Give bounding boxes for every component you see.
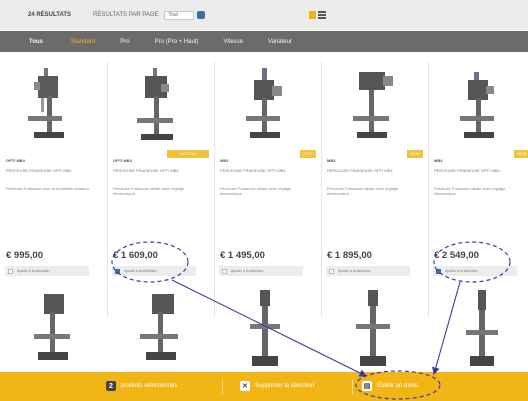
nav-all[interactable]: Tous [29, 39, 43, 45]
tab-variateur[interactable]: Variateur [268, 39, 292, 45]
per-page-go-button[interactable] [197, 11, 206, 19]
product-card[interactable]: ACTION OPTI MB4 PERCEUSE FRAISEUSE OPTI … [109, 62, 209, 292]
column-divider [428, 62, 429, 317]
milling-drill-image[interactable] [222, 290, 312, 372]
product-description: Perceuse Fraiseuse idéale avec réglage é… [434, 186, 506, 196]
selected-products-label: produits sélectionnés [121, 383, 178, 389]
product-price: € 1 495,00 [220, 250, 265, 261]
selection-bar: 2 produits sélectionnés ✕ Supprimer la s… [0, 372, 528, 401]
add-to-selection-button[interactable]: Ajouter à la sélection [112, 266, 196, 276]
product-description: Perceuse Fraiseuse idéale avec réglage é… [327, 186, 399, 196]
selection-checkbox[interactable] [222, 268, 227, 274]
product-name: OPTI MB4 [6, 158, 25, 163]
product-badge: ACTION [167, 150, 209, 158]
selected-count-badge: 2 [106, 381, 116, 391]
request-quote-label: Établir un devis [377, 383, 419, 389]
grid-view-icon[interactable] [309, 11, 316, 19]
product-price: € 2 549,00 [434, 250, 479, 261]
milling-drill-image[interactable] [222, 66, 308, 144]
product-code: PERCEUSE FRAISEUSE OPTI MB4 [327, 168, 393, 173]
product-code: PERCEUSE FRAISEUSE OPTI MB4 [220, 168, 286, 173]
product-card[interactable]: NEW MB4 PERCEUSE FRAISEUSE OPTI MB4 Perc… [430, 62, 528, 292]
product-price: € 1 609,00 [113, 250, 158, 261]
add-to-selection-button[interactable]: Ajouter à la sélection [5, 266, 89, 276]
product-code: PERCEUSE FRAISEUSE OPTI MB4 [6, 168, 72, 173]
milling-drill-image[interactable] [436, 66, 522, 144]
request-quote-button[interactable]: ▤ Établir un devis [362, 381, 418, 391]
per-page-label: RÉSULTATS PAR PAGE [93, 12, 159, 18]
tab-standard[interactable]: Standard [71, 39, 95, 45]
selected-products-indicator: 2 produits sélectionnés [106, 381, 177, 391]
per-page-select[interactable]: Tout [164, 10, 195, 20]
product-description: Perceuse Fraiseuse idéale avec réglage é… [220, 186, 292, 196]
milling-drill-image[interactable] [118, 290, 208, 372]
add-to-selection-button[interactable]: Ajouter à la sélection [433, 266, 517, 276]
close-icon: ✕ [240, 381, 250, 391]
product-code: PERCEUSE FRAISEUSE OPTI MB4 [113, 168, 179, 173]
milling-drill-image[interactable] [115, 66, 201, 144]
product-card[interactable]: OPTI MB4 PERCEUSE FRAISEUSE OPTI MB4 Per… [2, 62, 102, 292]
product-badge: NEW [407, 150, 423, 158]
selection-checkbox[interactable] [329, 268, 334, 274]
tab-vitesse[interactable]: Vitesse [223, 39, 243, 45]
selection-checkbox[interactable] [436, 268, 441, 274]
bar-divider [222, 379, 223, 394]
product-price: € 995,00 [6, 250, 43, 261]
product-card[interactable]: NEW MB4 PERCEUSE FRAISEUSE OPTI MB4 Perc… [323, 62, 423, 292]
product-name: MB4 [434, 158, 443, 163]
column-divider [321, 62, 322, 317]
column-divider [107, 62, 108, 317]
product-code: PERCEUSE FRAISEUSE OPTI MB4 [434, 168, 500, 173]
milling-drill-image[interactable] [8, 66, 94, 144]
add-to-selection-label: Ajouter à la sélection [124, 269, 157, 273]
product-card[interactable]: NEW MB4 PERCEUSE FRAISEUSE OPTI MB4 Perc… [216, 62, 316, 292]
clear-selection-label: Supprimer la sélection [255, 383, 315, 389]
clear-selection-button[interactable]: ✕ Supprimer la sélection [240, 381, 314, 391]
milling-drill-image[interactable] [438, 290, 528, 372]
column-divider [214, 62, 215, 317]
bar-divider [352, 379, 353, 394]
tab-pro-haut[interactable]: Pro (Pro + Haut) [155, 39, 199, 45]
category-nav: Tous Standard Pro Pro (Pro + Haut) Vites… [0, 31, 528, 52]
milling-drill-image[interactable] [10, 290, 100, 372]
milling-drill-image[interactable] [330, 290, 420, 372]
add-to-selection-button[interactable]: Ajouter à la sélection [326, 266, 410, 276]
add-to-selection-button[interactable]: Ajouter à la sélection [219, 266, 303, 276]
list-view-icon[interactable] [318, 11, 326, 19]
result-count: 24 RÉSULTATS [28, 12, 72, 18]
product-badge: NEW [514, 150, 528, 158]
product-description: Perceuse Fraiseuse idéale avec réglage é… [113, 186, 185, 196]
add-to-selection-label: Ajouter à la sélection [17, 269, 50, 273]
selection-checkbox[interactable] [8, 268, 13, 274]
tab-pro[interactable]: Pro [120, 39, 129, 45]
product-name: OPTI MB4 [113, 158, 132, 163]
add-to-selection-label: Ajouter à la sélection [338, 269, 371, 273]
add-to-selection-label: Ajouter à la sélection [445, 269, 478, 273]
product-description: Perceuse Fraiseuse pour le modéliste ama… [6, 186, 90, 191]
milling-drill-image[interactable] [329, 66, 415, 144]
document-icon: ▤ [362, 381, 372, 391]
product-badge: NEW [300, 150, 316, 158]
selection-checkbox[interactable] [115, 268, 120, 274]
product-name: MB4 [327, 158, 336, 163]
product-name: MB4 [220, 158, 229, 163]
add-to-selection-label: Ajouter à la sélection [231, 269, 264, 273]
product-price: € 1 895,00 [327, 250, 372, 261]
results-toolbar: 24 RÉSULTATS RÉSULTATS PAR PAGE Tout [0, 0, 528, 30]
